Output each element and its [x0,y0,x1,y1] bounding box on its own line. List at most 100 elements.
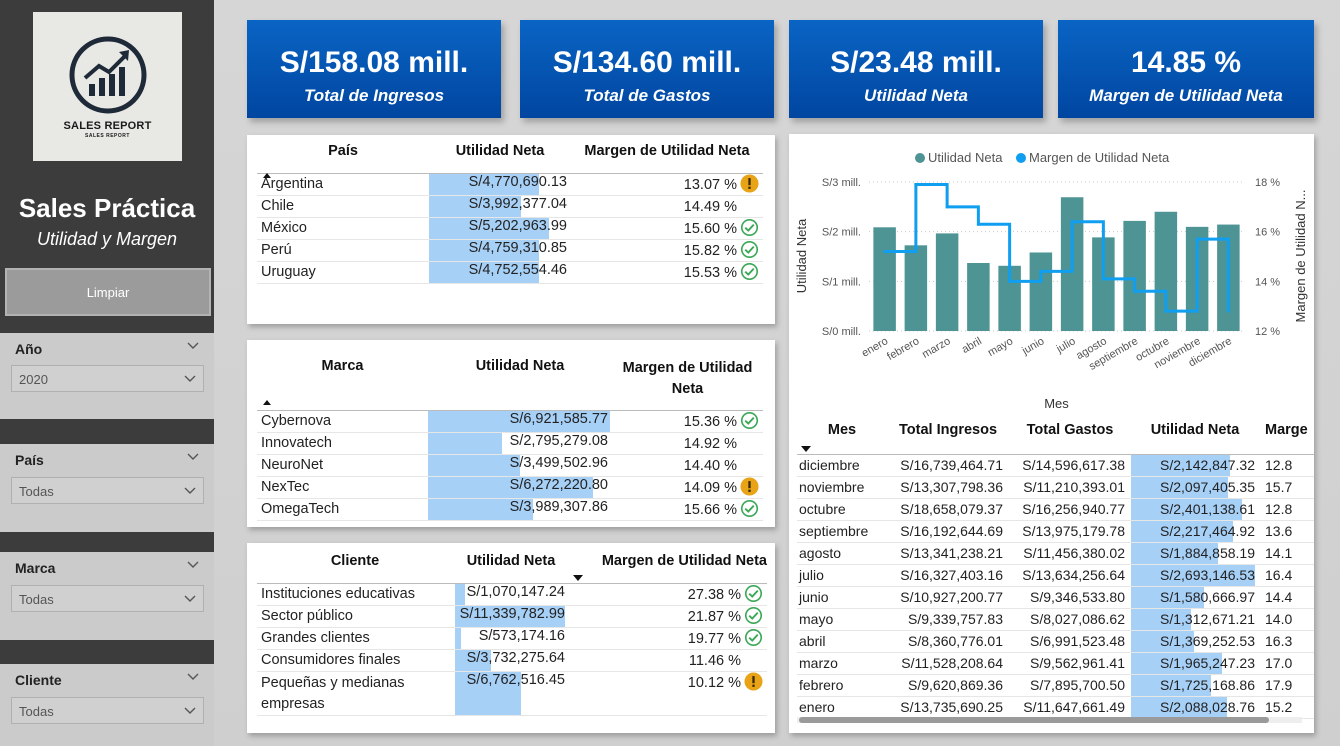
check-circle-icon [744,584,763,602]
kpi-total-expenses: S/134.60 mill. Total de Gastos [520,20,774,118]
table-row[interactable]: abril S/8,360,776.01 S/6,991,523.48 S/1,369… [797,630,1314,653]
slicer-brand-dropdown[interactable]: Todas [11,585,204,612]
table-row[interactable]: Perú S/4,759,310.85 15.82 % [257,239,763,262]
month-cell: enero [797,696,887,719]
table-row[interactable]: enero S/13,735,690.25 S/11,647,661.49 S/2,0… [797,696,1314,719]
chevron-down-icon[interactable] [186,558,200,572]
col-header-net-profit[interactable]: Utilidad Neta [453,553,569,583]
row-name: Cybernova [257,410,428,433]
row-name: NexTec [257,476,428,499]
col-header-net-profit[interactable]: Utilidad Neta [428,358,612,410]
table-row[interactable]: agosto S/13,341,238.21 S/11,456,380.02 S/1,… [797,542,1314,565]
margin-point-mayo [1008,279,1012,283]
margin-value: 19.77 % [687,630,741,647]
slicer-country-value: Todas [19,484,54,499]
table-row[interactable]: marzo S/11,528,208.64 S/9,562,961.41 S/1,96… [797,652,1314,675]
col-header-net-margin[interactable]: Margen de Utilidad Neta [569,553,767,583]
margin-cell: 15.53 % [571,261,763,284]
net-profit-value: S/4,770,690.13 [468,173,567,190]
slicer-client-dropdown[interactable]: Todas [11,697,204,724]
col-header-margin[interactable]: Marge [1259,422,1314,454]
col-header-total-expenses[interactable]: Total Gastos [1009,422,1131,454]
country-table-card: País Utilidad Neta Margen de Utilidad Ne… [247,135,775,324]
table-row[interactable]: noviembre S/13,307,798.36 S/11,210,393.01 S… [797,476,1314,499]
table-row[interactable]: Uruguay S/4,752,554.46 15.53 % [257,261,763,284]
margin-cell: 15.82 % [571,239,763,262]
slicer-country-dropdown[interactable]: Todas [11,477,204,504]
col-header-country[interactable]: País [257,143,429,178]
kpi-net-margin: 14.85 % Margen de Utilidad Neta [1058,20,1314,118]
clear-filters-button[interactable]: Limpiar [5,268,211,316]
table-row[interactable]: NeuroNet S/3,499,502.96 14.40 % [257,454,763,477]
sort-descending-icon[interactable] [573,575,583,581]
table-row[interactable]: septiembre S/16,192,644.69 S/13,975,179.78… [797,520,1314,543]
expenses-cell: S/9,346,533.80 [1009,586,1131,609]
chevron-down-icon [184,707,196,714]
table-row[interactable]: junio S/10,927,200.77 S/9,346,533.80 S/1,58… [797,586,1314,609]
horizontal-scrollbar[interactable] [797,717,1302,723]
net-profit-cell: S/1,070,147.24 [453,583,569,606]
month-cell: abril [797,630,887,653]
chevron-down-icon [184,487,196,494]
slicer-year-dropdown[interactable]: 2020 [11,365,204,392]
table-row[interactable]: diciembre S/16,739,464.71 S/14,596,617.38 S… [797,454,1314,477]
table-row[interactable]: OmegaTech S/3,989,307.86 15.66 % [257,498,763,521]
bar-febrero [904,245,928,331]
col-header-month[interactable]: Mes [797,422,887,454]
col-header-net-margin[interactable]: Margen de Utilidad Neta [571,143,763,173]
slicer-country: País Todas [0,444,214,532]
net-profit-cell: S/2,097,405.35 [1131,476,1259,499]
check-circle-icon [740,218,759,236]
margin-point-junio [1039,269,1043,273]
col-header-net-profit[interactable]: Utilidad Neta [429,143,571,173]
table-row[interactable]: Grandes clientes S/573,174.16 19.77 % [257,627,767,650]
margin-value: 15.82 % [683,242,737,259]
check-circle-icon [744,628,763,646]
kpi-value: S/134.60 mill. [552,46,742,79]
sort-ascending-icon[interactable] [263,173,271,178]
x-tick-label: febrero [885,335,921,363]
net-profit-cell: S/3,732,275.64 [453,649,569,672]
table-row[interactable]: NexTec S/6,272,220.80 14.09 % [257,476,763,499]
month-cell: noviembre [797,476,887,499]
table-row[interactable]: Cybernova S/6,921,585.77 15.36 % [257,410,763,433]
table-row[interactable]: Sector público S/11,339,782.99 21.87 % [257,605,767,628]
table-row[interactable]: octubre S/18,658,079.37 S/16,256,940.77 S/2… [797,498,1314,521]
chevron-down-icon[interactable] [186,450,200,464]
net-profit-cell: S/2,142,847.32 [1131,454,1259,477]
revenue-cell: S/10,927,200.77 [887,586,1009,609]
col-header-net-profit[interactable]: Utilidad Neta [1131,422,1259,454]
net-profit-value: S/1,965,247.23 [1160,655,1255,671]
sort-descending-icon[interactable] [801,446,811,452]
sidebar: SALES REPORT SALES REPORT Sales Práctica… [0,0,214,746]
table-row[interactable]: Consumidores finales S/3,732,275.64 11.46 … [257,649,767,672]
col-header-brand[interactable]: Marca [257,358,428,410]
col-header-net-margin[interactable]: Margen de Utilidad Neta [612,358,763,410]
slicer-brand-label: Marca [15,560,56,576]
table-row[interactable]: Pequeñas y medianas empresas S/6,762,516.… [257,671,767,716]
sort-ascending-icon[interactable] [263,400,271,405]
chevron-down-icon[interactable] [186,670,200,684]
table-row[interactable]: Innovatech S/2,795,279.08 14.92 % [257,432,763,455]
y2-tick-label: 18 % [1255,177,1280,189]
scrollbar-thumb[interactable] [799,717,1269,723]
monthly-chart: S/0 mill. S/1 mill. S/2 mill. S/3 mill. 12 %… [794,150,1308,411]
net-profit-cell: S/573,174.16 [453,627,569,650]
net-profit-value: S/1,369,252.53 [1160,633,1255,649]
revenue-cell: S/16,192,644.69 [887,520,1009,543]
table-row[interactable]: mayo S/9,339,757.83 S/8,027,086.62 S/1,312,… [797,608,1314,631]
table-row[interactable]: Instituciones educativas S/1,070,147.24 27… [257,583,767,606]
y-tick-label: S/3 mill. [822,177,861,189]
kpi-label: Utilidad Neta [864,86,968,105]
margin-value: 15.66 % [683,501,737,518]
margin-cell: 14.40 % [612,454,763,477]
chevron-down-icon[interactable] [186,339,200,353]
col-header-total-revenue[interactable]: Total Ingresos [887,422,1009,454]
kpi-value: S/23.48 mill. [830,46,1002,79]
col-header-client[interactable]: Cliente [257,553,453,583]
table-row[interactable]: febrero S/9,620,869.36 S/7,895,700.50 S/1,7… [797,674,1314,697]
table-row[interactable]: México S/5,202,963.99 15.60 % [257,217,763,240]
table-row[interactable]: Argentina S/4,770,690.13 13.07 % [257,173,763,196]
table-row[interactable]: julio S/16,327,403.16 S/13,634,256.64 S/2,6… [797,564,1314,587]
table-row[interactable]: Chile S/3,992,377.04 14.49 % [257,195,763,218]
